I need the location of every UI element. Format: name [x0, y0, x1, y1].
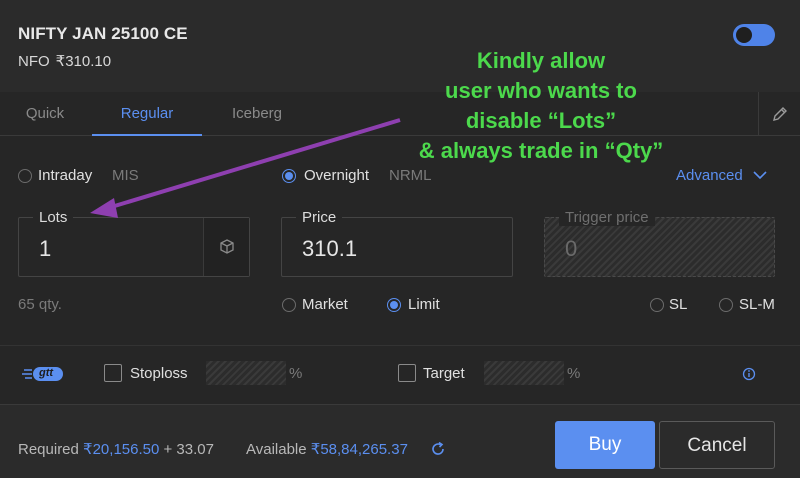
annotation-line-3: disable “Lots” [465, 108, 617, 133]
arrow-head [90, 198, 118, 218]
arrow-line [107, 118, 401, 210]
annotation-text: Kindly allow user who wants to disable “… [388, 46, 694, 166]
annotation-line-2: user who wants to [445, 78, 637, 103]
annotation-line-4: & always trade in “Qty” [418, 138, 664, 163]
annotation-line-1: Kindly allow [476, 48, 606, 73]
